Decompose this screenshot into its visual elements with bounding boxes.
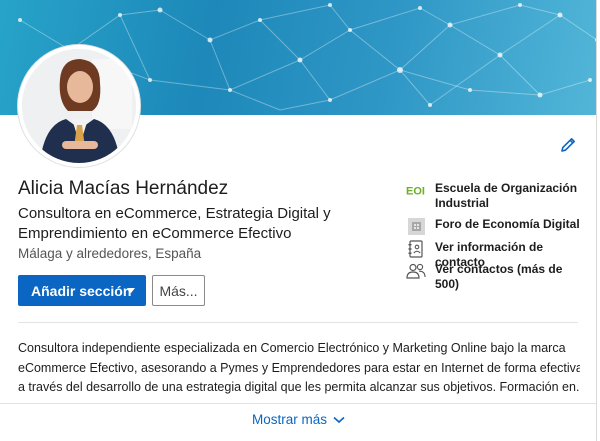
- about-line: eCommerce Efectivo, asesorando a Pymes y…: [18, 360, 580, 375]
- show-more-button[interactable]: Mostrar más: [0, 412, 596, 427]
- add-section-button[interactable]: Añadir sección: [18, 275, 146, 306]
- profile-location: Málaga y alrededores, España: [18, 246, 202, 261]
- sidebar-item-label: Foro de Economía Digital: [435, 217, 580, 231]
- company-logo-icon: [406, 217, 426, 235]
- sidebar-item-company[interactable]: Foro de Economía Digital: [406, 217, 585, 235]
- svg-text:EOI: EOI: [406, 186, 425, 198]
- people-icon: [406, 262, 426, 280]
- profile-headline: Consultora en eCommerce, Estrategia Digi…: [18, 205, 331, 242]
- edit-profile-pencil-icon[interactable]: [559, 136, 577, 154]
- profile-photo[interactable]: [18, 45, 140, 167]
- sidebar-item-connections[interactable]: Ver contactos (más de 500): [406, 262, 585, 292]
- about-summary: Consultora independiente especializada e…: [18, 339, 580, 398]
- more-button[interactable]: Más...: [152, 275, 205, 306]
- profile-name: Alicia Macías Hernández: [18, 178, 229, 199]
- section-divider: [0, 403, 596, 404]
- chevron-down-icon: [333, 416, 345, 423]
- sidebar-item-label: Ver contactos (más de 500): [435, 262, 563, 291]
- about-line: Consultora independiente especializada e…: [18, 341, 566, 355]
- about-line: a través del desarrollo de una estrategi…: [18, 380, 580, 394]
- profile-card: Alicia Macías Hernández Consultora en eC…: [0, 0, 597, 441]
- sidebar-item-label: Escuela de Organización Industrial: [435, 181, 578, 210]
- sidebar-item-education[interactable]: EOI Escuela de Organización Industrial: [406, 181, 585, 211]
- contact-card-icon: [406, 240, 426, 258]
- chevron-down-icon: [127, 288, 135, 293]
- section-divider: [18, 322, 578, 323]
- eoi-logo-icon: EOI: [406, 181, 426, 199]
- show-more-label: Mostrar más: [251, 412, 327, 427]
- add-section-label: Añadir sección: [31, 282, 132, 299]
